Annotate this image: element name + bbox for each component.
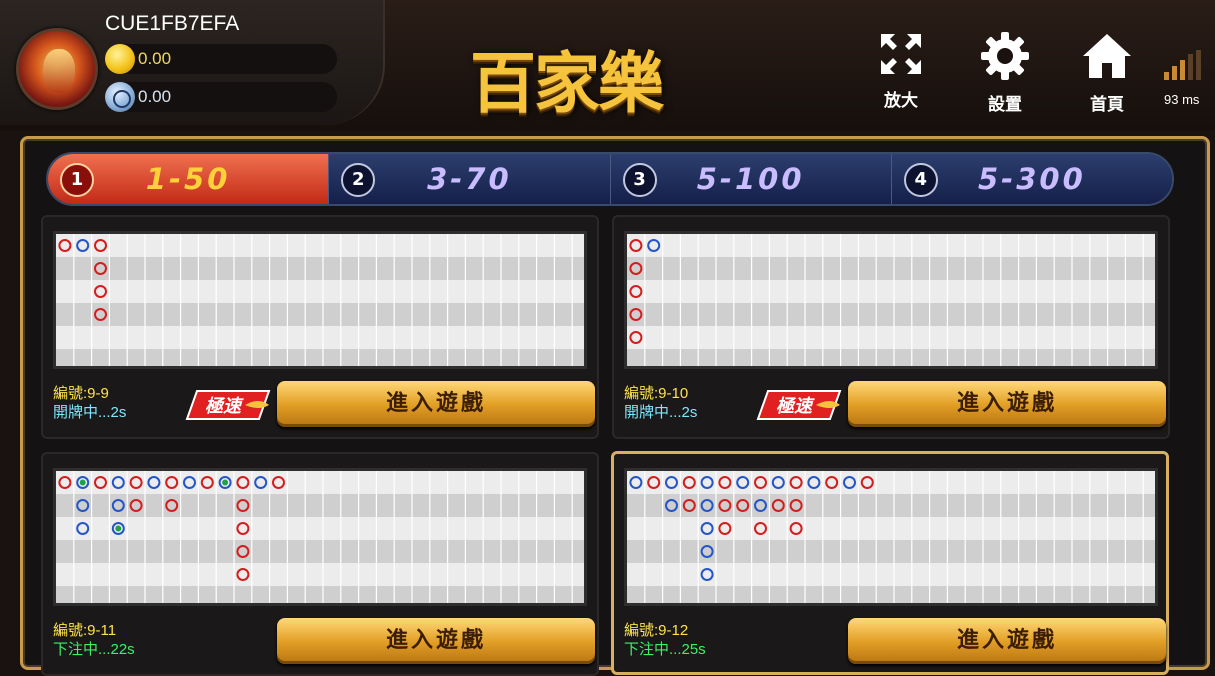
enter-game-button[interactable]: 進入遊戲 <box>848 381 1166 427</box>
road-row <box>56 586 584 603</box>
speed-badge: 極速 <box>756 390 842 420</box>
road-row <box>627 349 1155 366</box>
speed-badge-label: 極速 <box>205 396 244 417</box>
tab-range-3[interactable]: 3 5-100 <box>610 154 892 204</box>
table-card: 編號:9-9 開牌中...2s 極速 進入遊戲 <box>41 215 599 439</box>
profile-panel: CUE1FB7EFA 0.00 0.00 <box>0 0 385 125</box>
table-status: 開牌中...2s <box>53 404 127 421</box>
bead-road <box>53 468 587 606</box>
zoom-label: 放大 <box>884 91 918 111</box>
home-button[interactable]: 首頁 <box>1072 30 1142 115</box>
enter-game-button[interactable]: 進入遊戲 <box>277 618 595 664</box>
road-row <box>56 517 584 540</box>
avatar[interactable] <box>16 28 98 110</box>
tab-range-2[interactable]: 2 3-70 <box>329 154 611 204</box>
settings-label: 設置 <box>988 95 1022 115</box>
road-row <box>627 326 1155 349</box>
table-id: 編號:9-10 <box>624 385 689 402</box>
road-row <box>627 517 1155 540</box>
road-row <box>627 280 1155 303</box>
latency-readout: 93 ms <box>1164 92 1200 107</box>
tab-range-label: 5-300 <box>978 162 1086 196</box>
road-row <box>627 494 1155 517</box>
table-card: 編號:9-10 開牌中...2s 極速 進入遊戲 <box>612 215 1170 439</box>
signal-icon <box>1164 50 1201 80</box>
road-row <box>56 234 584 257</box>
road-row <box>627 257 1155 280</box>
road-row <box>56 349 584 366</box>
gold-balance: 0.00 <box>138 49 172 68</box>
game-logo: 百家樂 <box>470 44 664 122</box>
table-status: 下注中...25s <box>624 641 706 658</box>
settings-button[interactable]: 設置 <box>970 30 1040 115</box>
silver-chip-icon <box>105 82 135 112</box>
tab-range-label: 3-70 <box>427 162 512 196</box>
tab-range-label: 1-50 <box>145 162 231 196</box>
table-id: 編號:9-9 <box>53 385 109 402</box>
home-label: 首頁 <box>1090 95 1124 115</box>
tie-marker <box>79 479 86 486</box>
road-grid <box>56 234 584 366</box>
silver-balance: 0.00 <box>138 87 172 106</box>
road-row <box>56 257 584 280</box>
table-card-selected: 編號:9-12 下注中...25s 進入遊戲 <box>611 451 1169 675</box>
road-grid <box>56 471 584 603</box>
road-row <box>56 494 584 517</box>
tab-range-4[interactable]: 4 5-300 <box>891 154 1172 204</box>
road-row <box>627 471 1155 494</box>
gold-coin-icon <box>105 44 135 74</box>
road-row <box>627 563 1155 586</box>
table-id: 編號:9-12 <box>624 622 689 639</box>
road-row <box>627 234 1155 257</box>
road-row <box>56 280 584 303</box>
road-grid <box>627 234 1155 366</box>
tab-range-1[interactable]: 1 1-50 <box>48 154 330 204</box>
road-row <box>56 540 584 563</box>
tab-range-label: 5-100 <box>696 162 805 196</box>
tie-marker <box>115 525 122 532</box>
silver-balance-row: 0.00 <box>105 82 337 112</box>
road-row <box>56 563 584 586</box>
road-row <box>627 586 1155 603</box>
home-icon <box>1083 34 1131 78</box>
username: CUE1FB7EFA <box>105 12 240 35</box>
gold-balance-row: 0.00 <box>105 44 337 74</box>
expand-icon <box>881 34 921 74</box>
speed-badge: 極速 <box>185 390 271 420</box>
gear-icon <box>981 32 1029 80</box>
enter-game-button[interactable]: 進入遊戲 <box>277 381 595 427</box>
enter-game-button[interactable]: 進入遊戲 <box>848 618 1166 664</box>
road-row <box>56 471 584 494</box>
bead-road <box>53 231 587 369</box>
bead-road <box>624 468 1158 606</box>
zoom-button[interactable]: 放大 <box>866 30 936 111</box>
table-card: 編號:9-11 下注中...22s 進入遊戲 <box>41 452 599 676</box>
road-grid <box>627 471 1155 603</box>
table-status: 下注中...22s <box>53 641 135 658</box>
road-row <box>627 303 1155 326</box>
bead-road <box>624 231 1158 369</box>
avatar-character <box>43 49 75 93</box>
road-row <box>56 303 584 326</box>
bet-range-tabs: 1 1-50 2 3-70 3 5-100 4 5-300 <box>46 152 1174 206</box>
road-row <box>56 326 584 349</box>
road-row <box>627 540 1155 563</box>
table-id: 編號:9-11 <box>53 622 117 639</box>
tie-marker <box>222 479 229 486</box>
table-status: 開牌中...2s <box>624 404 698 421</box>
speed-badge-label: 極速 <box>776 396 815 417</box>
